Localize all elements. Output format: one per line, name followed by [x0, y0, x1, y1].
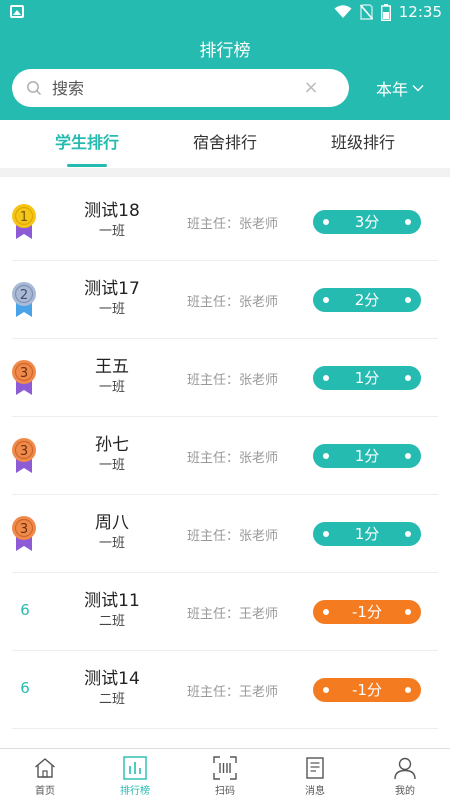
- head-teacher: 班主任：张老师: [187, 295, 279, 310]
- ranking-list: 1 测试18 一班 班主任：张老师 3分 2 测试17 一班 班主任：张老师 2…: [0, 183, 450, 729]
- silver-medal-icon: 2: [12, 282, 36, 317]
- active-tab-indicator: [67, 164, 107, 167]
- no-sim-icon: [359, 4, 373, 20]
- student-name: 测试17: [84, 279, 140, 299]
- tab-dorm-ranking[interactable]: 宿舍排行: [150, 120, 300, 168]
- student-name: 测试11: [84, 591, 140, 611]
- student-class: 一班: [98, 224, 125, 239]
- ranking-row[interactable]: 6 测试11 二班 班主任：王老师 -1分: [0, 573, 450, 651]
- student-name: 周八: [95, 513, 129, 533]
- head-teacher: 班主任：张老师: [187, 451, 279, 466]
- head-teacher: 班主任：张老师: [187, 373, 279, 388]
- header: 12:35 排行榜 × 本年: [0, 0, 450, 120]
- battery-icon: [380, 3, 391, 21]
- tab-class-ranking[interactable]: 班级排行: [288, 120, 438, 168]
- section-divider: [0, 168, 450, 177]
- head-teacher: 班主任：张老师: [187, 217, 279, 232]
- student-class: 二班: [98, 692, 125, 707]
- chart-icon: [123, 756, 147, 780]
- scan-icon: [213, 756, 237, 780]
- bottom-nav: 首页 排行榜 扫码 消息 我的: [0, 748, 450, 800]
- score-badge: -1分: [313, 678, 421, 702]
- period-dropdown[interactable]: 本年: [376, 78, 424, 99]
- app-root: 12:35 排行榜 × 本年 学生排行 宿舍排行 班级排行: [0, 0, 450, 800]
- ranking-row[interactable]: 3 王五 一班 班主任：张老师 1分: [0, 339, 450, 417]
- ranking-row[interactable]: 2 测试17 一班 班主任：张老师 2分: [0, 261, 450, 339]
- medal-rank-number: 3: [20, 366, 28, 381]
- score-badge: 1分: [313, 522, 421, 546]
- ranking-tabs: 学生排行 宿舍排行 班级排行: [0, 120, 450, 168]
- gold-medal-icon: 1: [12, 204, 36, 239]
- bronze-medal-icon: 3: [12, 516, 36, 551]
- period-label: 本年: [376, 80, 409, 99]
- ranking-row[interactable]: 3 孙七 一班 班主任：张老师 1分: [0, 417, 450, 495]
- status-icons: 12:35: [334, 3, 442, 21]
- tab-student-ranking[interactable]: 学生排行: [12, 120, 162, 168]
- student-name: 测试18: [84, 201, 140, 221]
- clear-icon[interactable]: ×: [303, 79, 319, 97]
- nav-label: 消息: [305, 786, 325, 797]
- head-teacher: 班主任：张老师: [187, 529, 279, 544]
- status-time: 12:35: [398, 3, 442, 21]
- medal-rank-number: 3: [20, 444, 28, 459]
- page-title: 排行榜: [199, 41, 251, 61]
- nav-messages[interactable]: 消息: [270, 749, 360, 800]
- nav-profile[interactable]: 我的: [360, 749, 450, 800]
- student-info: 测试14 二班: [72, 668, 152, 709]
- student-class: 一班: [98, 536, 125, 551]
- medal-rank-number: 3: [20, 522, 28, 537]
- student-info: 王五 一班: [72, 356, 152, 397]
- medal-rank-number: 2: [20, 288, 28, 303]
- student-info: 测试11 二班: [72, 590, 152, 631]
- nav-label: 扫码: [215, 786, 235, 797]
- student-info: 周八 一班: [72, 512, 152, 553]
- ranking-row[interactable]: 3 周八 一班 班主任：张老师 1分: [0, 495, 450, 573]
- score-badge: 3分: [313, 210, 421, 234]
- student-name: 王五: [95, 357, 129, 377]
- nav-home[interactable]: 首页: [0, 749, 90, 800]
- student-class: 一班: [98, 302, 125, 317]
- score-badge: -1分: [313, 600, 421, 624]
- student-info: 孙七 一班: [72, 434, 152, 475]
- search-input[interactable]: [52, 69, 302, 107]
- student-info: 测试17 一班: [72, 278, 152, 319]
- rank-number: 6: [20, 679, 30, 697]
- nav-scan[interactable]: 扫码: [180, 749, 270, 800]
- student-info: 测试18 一班: [72, 200, 152, 241]
- photo-icon: [10, 5, 24, 18]
- home-icon: [35, 758, 55, 778]
- wifi-icon: [334, 5, 352, 18]
- student-class: 一班: [98, 380, 125, 395]
- bronze-medal-icon: 3: [12, 360, 36, 395]
- nav-ranking[interactable]: 排行榜: [90, 749, 180, 800]
- medal-rank-number: 1: [20, 210, 28, 225]
- user-icon: [394, 757, 416, 780]
- score-badge: 2分: [313, 288, 421, 312]
- search-bar[interactable]: ×: [12, 69, 349, 107]
- ranking-row[interactable]: 1 测试18 一班 班主任：张老师 3分: [0, 183, 450, 261]
- student-class: 一班: [98, 458, 125, 473]
- bronze-medal-icon: 3: [12, 438, 36, 473]
- nav-label: 我的: [395, 786, 415, 797]
- student-class: 二班: [98, 614, 125, 629]
- student-name: 孙七: [95, 435, 129, 455]
- search-icon: [27, 81, 41, 95]
- student-name: 测试14: [84, 669, 140, 689]
- ranking-row[interactable]: 6 测试14 二班 班主任：王老师 -1分: [0, 651, 450, 729]
- score-badge: 1分: [313, 366, 421, 390]
- head-teacher: 班主任：王老师: [187, 607, 279, 622]
- status-bar: 12:35: [0, 0, 450, 24]
- chevron-down-icon: [412, 85, 424, 92]
- head-teacher: 班主任：王老师: [187, 685, 279, 700]
- rank-number: 6: [20, 601, 30, 619]
- nav-label: 首页: [35, 786, 55, 797]
- message-icon: [306, 757, 324, 779]
- nav-label: 排行榜: [120, 786, 150, 797]
- score-badge: 1分: [313, 444, 421, 468]
